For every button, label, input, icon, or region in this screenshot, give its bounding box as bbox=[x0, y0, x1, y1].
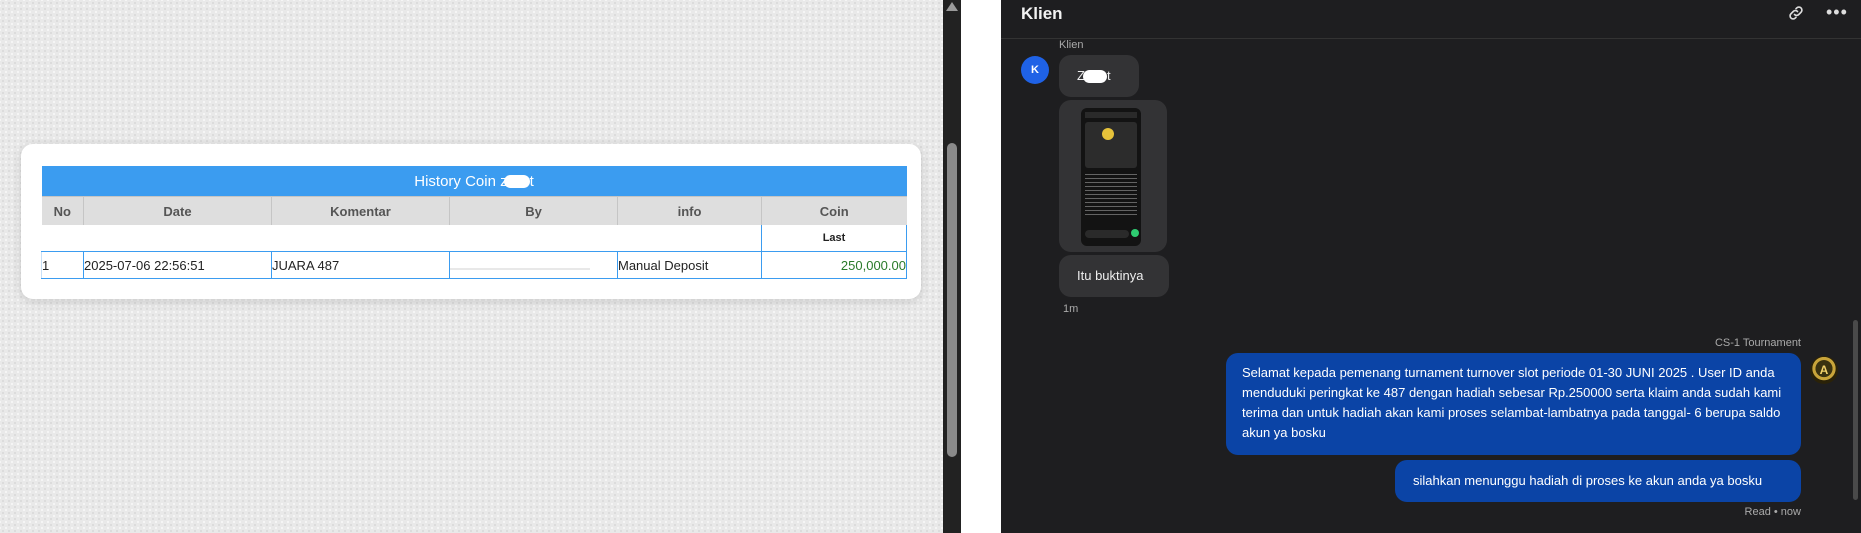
redacted-blur bbox=[503, 175, 530, 189]
chat-title: Klien bbox=[1021, 4, 1063, 23]
sender-label: Klien bbox=[1059, 39, 1084, 51]
table-title: History Coin zt bbox=[41, 166, 907, 197]
chat-pane: Klien ••• Klien K Zt Itu buktinya 1m CS-… bbox=[1001, 0, 1861, 533]
redacted-blur bbox=[450, 267, 590, 270]
warning-icon bbox=[1102, 128, 1114, 140]
history-card: History Coin zt No Date Komentar By info… bbox=[21, 144, 921, 299]
avatar[interactable]: K bbox=[1021, 56, 1049, 84]
message-bubble[interactable]: Itu buktinya bbox=[1059, 255, 1169, 297]
column-header-by[interactable]: By bbox=[449, 196, 618, 225]
send-icon bbox=[1131, 229, 1139, 237]
cell-coin: 250,000.00 bbox=[761, 251, 907, 279]
left-pane: History Coin zt No Date Komentar By info… bbox=[0, 0, 943, 533]
sender-label: CS-1 Tournament bbox=[1714, 337, 1801, 349]
chat-scrollbar[interactable] bbox=[1853, 320, 1858, 500]
column-header-info[interactable]: info bbox=[617, 196, 762, 225]
table-header-row: No Date Komentar By info Coin bbox=[41, 196, 907, 225]
more-icon[interactable]: ••• bbox=[1826, 2, 1848, 23]
scroll-up-arrow-icon[interactable] bbox=[946, 2, 958, 11]
message-bubble[interactable]: Selamat kepada pemenang turnament turnov… bbox=[1226, 353, 1801, 455]
link-icon[interactable] bbox=[1787, 4, 1805, 22]
scrollbar-thumb[interactable] bbox=[947, 143, 957, 457]
redacted-blur bbox=[1082, 70, 1107, 84]
message-bubble[interactable]: Zt bbox=[1059, 55, 1139, 97]
cell-by bbox=[449, 251, 618, 279]
table-subheader-row: Last bbox=[41, 225, 907, 252]
column-subheader-last: Last bbox=[761, 225, 907, 252]
cell-date: 2025-07-06 22:56:51 bbox=[83, 251, 272, 279]
avatar[interactable]: A bbox=[1810, 356, 1838, 384]
table-title-row: History Coin zt bbox=[41, 166, 907, 197]
page-scrollbar[interactable] bbox=[943, 0, 961, 533]
column-header-coin[interactable]: Coin bbox=[761, 196, 907, 225]
read-status: Read • now bbox=[1744, 506, 1801, 518]
column-header-no[interactable]: No bbox=[41, 196, 84, 225]
screenshot-thumbnail[interactable] bbox=[1081, 108, 1141, 246]
cell-no: 1 bbox=[41, 251, 84, 279]
message-timestamp: 1m bbox=[1063, 303, 1079, 315]
history-table: History Coin zt No Date Komentar By info… bbox=[41, 166, 907, 279]
column-header-date[interactable]: Date bbox=[83, 196, 272, 225]
table-row: 1 2025-07-06 22:56:51 JUARA 487 Manual D… bbox=[41, 251, 907, 279]
cell-info: Manual Deposit bbox=[617, 251, 762, 279]
image-message[interactable] bbox=[1059, 100, 1167, 252]
pane-divider bbox=[961, 0, 1001, 533]
chat-header: Klien ••• bbox=[1001, 0, 1861, 39]
column-header-komentar[interactable]: Komentar bbox=[271, 196, 450, 225]
cell-komentar: JUARA 487 bbox=[271, 251, 450, 279]
message-bubble[interactable]: silahkan menunggu hadiah di proses ke ak… bbox=[1395, 460, 1801, 502]
